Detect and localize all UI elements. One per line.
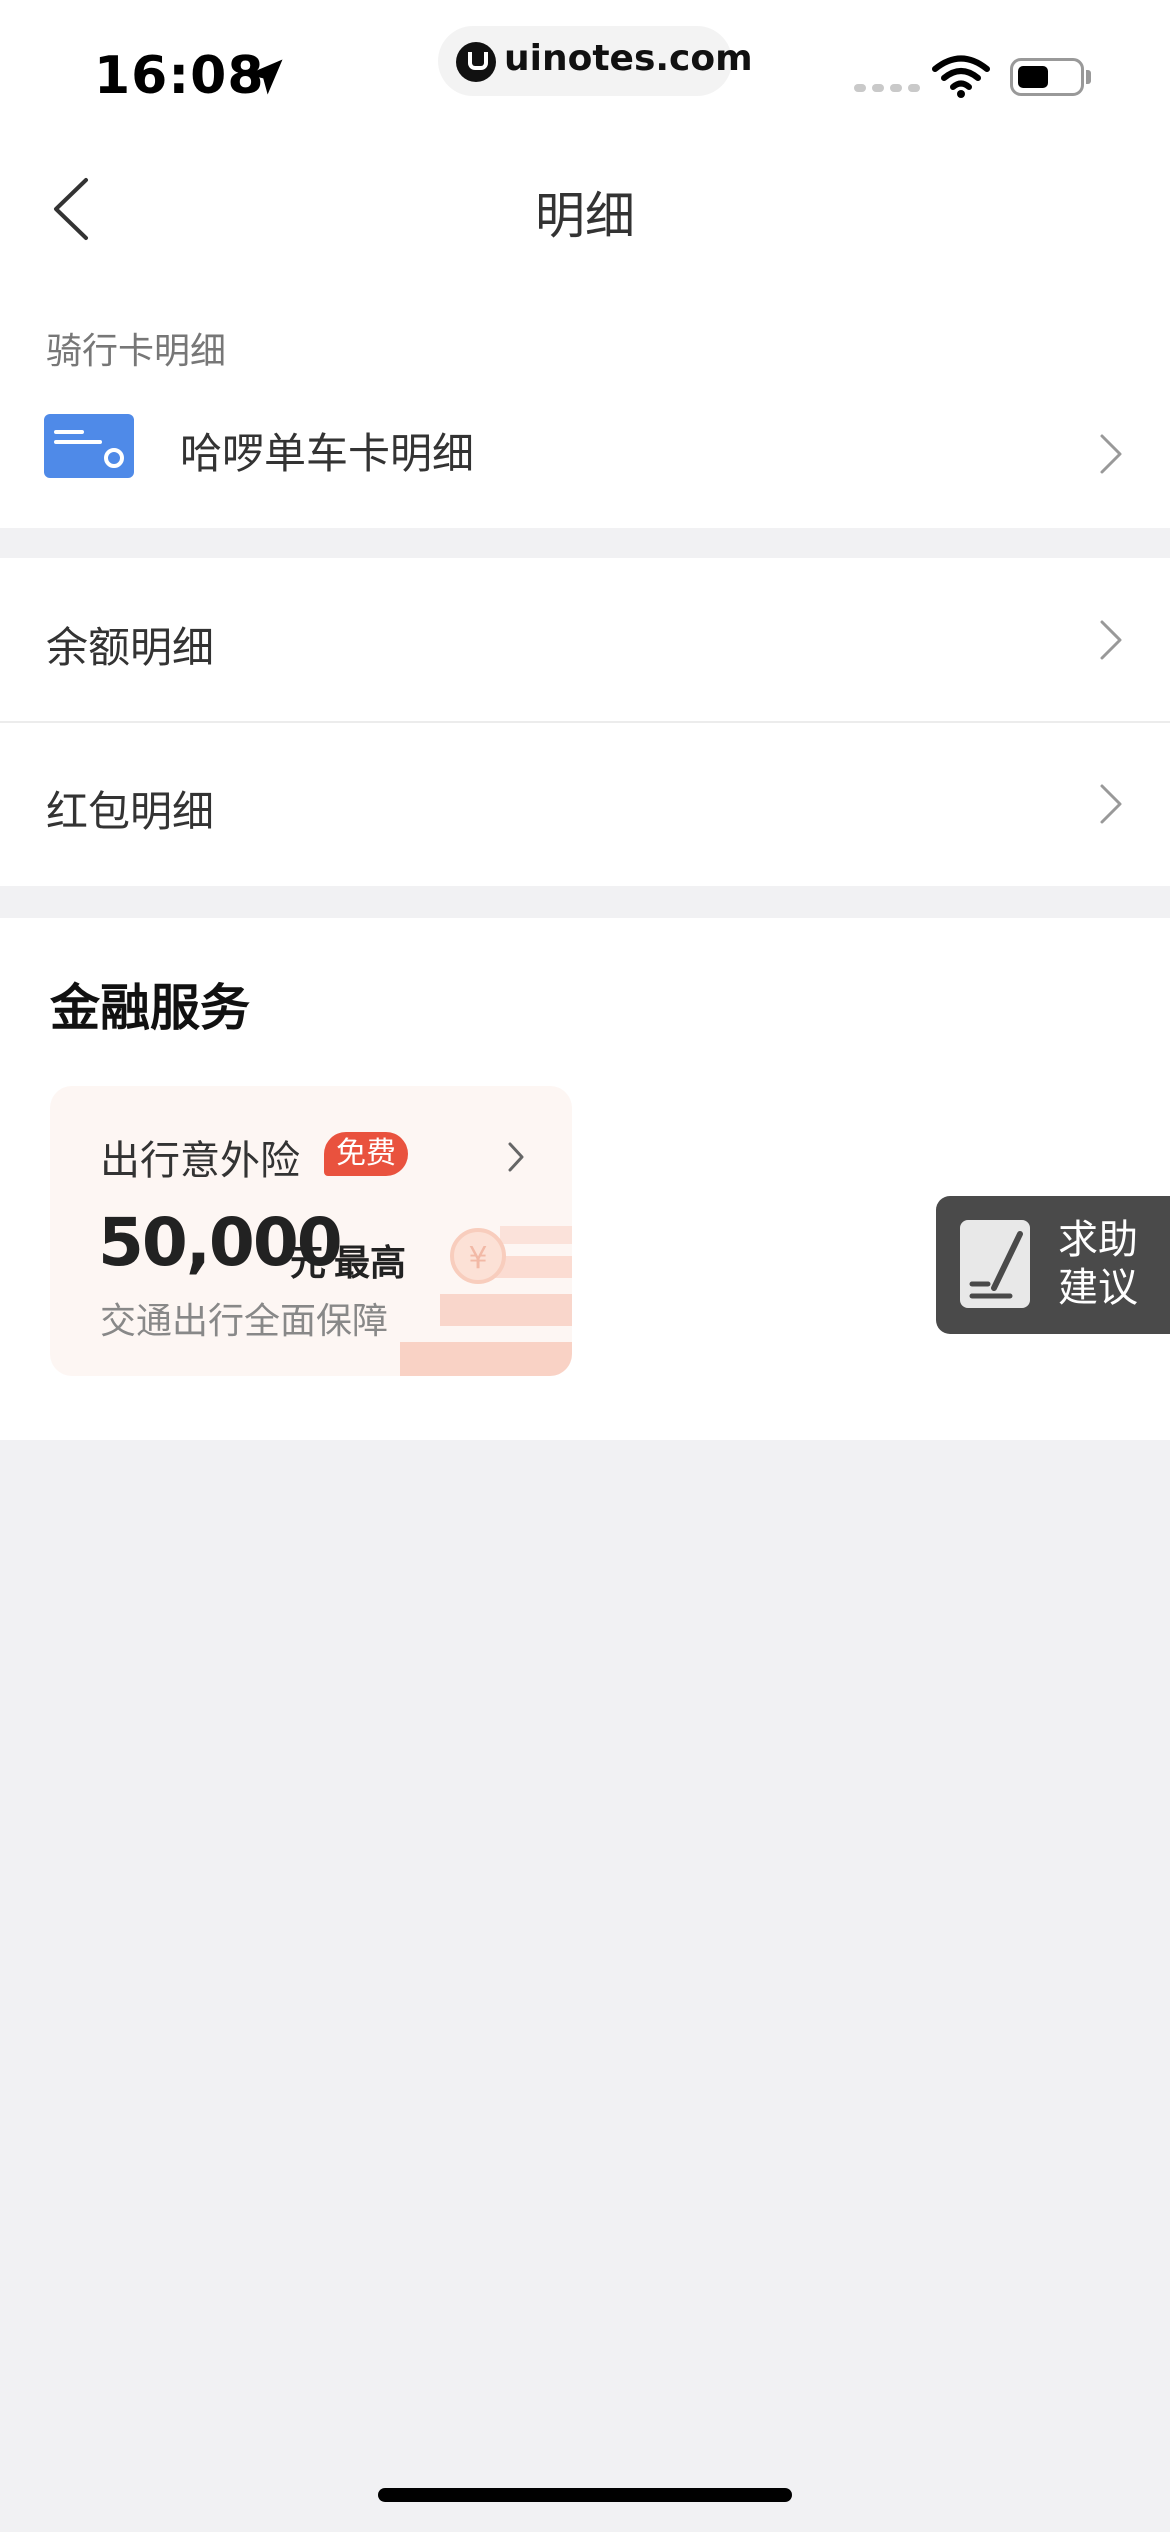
detail-list: 余额明细 红包明细 (0, 558, 1170, 886)
travel-insurance-card[interactable]: ¥ 出行意外险 免费 50,000 元 最高 交通出行全面保障 (50, 1086, 572, 1376)
hellobike-card-detail-label: 哈啰单车卡明细 (180, 429, 475, 478)
coin-stack-icon: ¥ (400, 1226, 572, 1376)
section-label-riding-card: 骑行卡明细 (46, 331, 227, 372)
url-text: uinotes.com (504, 38, 753, 79)
edit-feedback-icon (960, 1220, 1030, 1308)
status-time: 16:08 (94, 46, 265, 106)
red-packet-detail-label: 红包明细 (46, 787, 215, 836)
chevron-right-icon (508, 1142, 524, 1172)
page-title: 明细 (535, 187, 635, 245)
finance-section: 金融服务 ¥ 出行意外险 免费 50,000 元 最高 交通出行全面保障 (0, 918, 1170, 1440)
help-feedback-button[interactable]: 求助 建议 (936, 1196, 1170, 1334)
free-badge: 免费 (324, 1132, 408, 1176)
insurance-max-label: 最高 (334, 1243, 407, 1284)
wifi-icon (932, 55, 990, 98)
balance-detail-label: 余额明细 (46, 623, 215, 672)
help-text: 求助 建议 (1058, 1216, 1138, 1312)
insurance-unit: 元 (290, 1243, 327, 1284)
card-icon (44, 414, 134, 478)
help-line-2: 建议 (1058, 1265, 1138, 1311)
battery-icon (1010, 58, 1084, 96)
home-indicator (378, 2488, 792, 2502)
url-pill[interactable]: uinotes.com (438, 26, 753, 96)
help-line-1: 求助 (1058, 1217, 1138, 1263)
insurance-title: 出行意外险 (100, 1138, 300, 1184)
finance-title: 金融服务 (50, 979, 250, 1037)
signal-icon (854, 84, 920, 92)
chevron-right-icon (1100, 434, 1122, 474)
chevron-right-icon (1100, 784, 1122, 824)
insurance-subtitle: 交通出行全面保障 (100, 1301, 389, 1342)
battery-cap (1086, 70, 1091, 84)
site-logo-icon (456, 42, 496, 82)
balance-detail-row[interactable]: 余额明细 (0, 558, 1170, 723)
riding-card-section: 骑行卡明细 哈啰单车卡明细 (0, 270, 1170, 528)
red-packet-detail-row[interactable]: 红包明细 (0, 722, 1170, 886)
chevron-right-icon (1100, 620, 1122, 660)
status-bar: 16:08 uinotes.com (0, 0, 1170, 150)
svg-text:¥: ¥ (468, 1241, 487, 1276)
location-arrow-icon (247, 59, 283, 95)
hellobike-card-detail-row[interactable]: 哈啰单车卡明细 (0, 388, 1170, 518)
nav-bar: 明细 (0, 150, 1170, 270)
